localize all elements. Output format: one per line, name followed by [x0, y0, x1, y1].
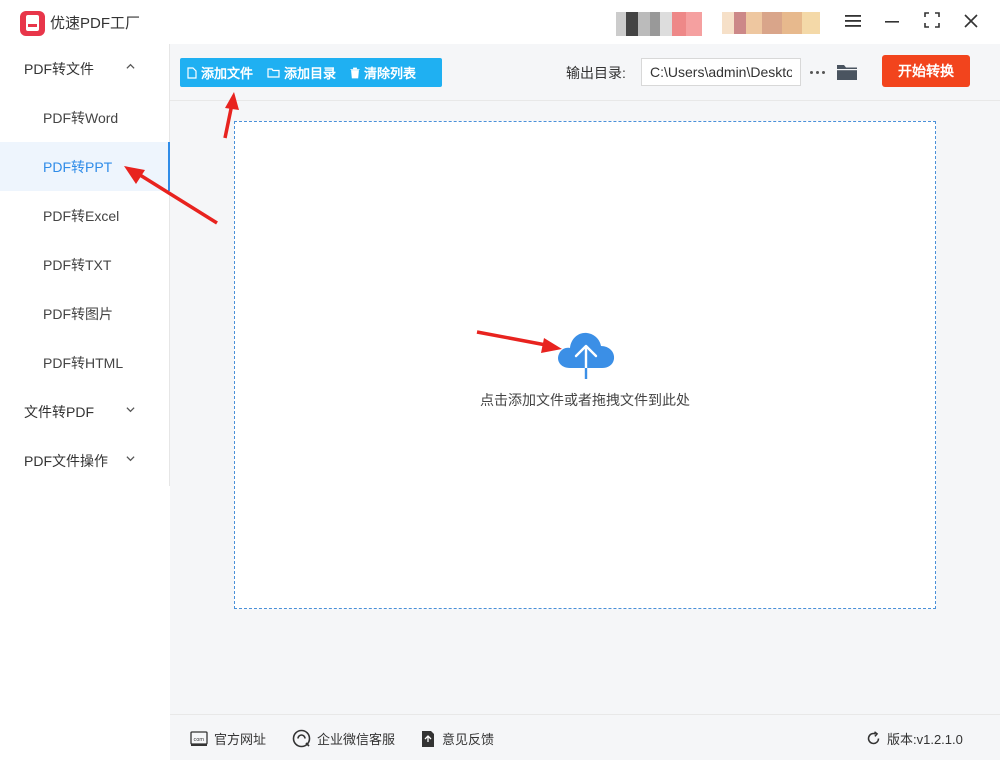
- version-label: 版本:v1.2.1.0: [887, 732, 963, 747]
- sidebar-item-label: PDF转HTML: [43, 354, 124, 371]
- sidebar-group-label: PDF转文件: [24, 60, 94, 77]
- file-icon: [187, 66, 197, 79]
- chevron-down-icon: [126, 407, 135, 413]
- sidebar-group-label: 文件转PDF: [24, 403, 94, 420]
- feedback-icon: [422, 730, 434, 747]
- sidebar-group-pdf-operations[interactable]: PDF文件操作: [0, 436, 170, 485]
- add-folder-button[interactable]: 添加目录: [260, 58, 343, 87]
- svg-text:com: com: [194, 737, 205, 743]
- close-icon[interactable]: [959, 10, 983, 34]
- cloud-upload-icon[interactable]: [556, 328, 616, 380]
- folder-icon: [267, 68, 280, 78]
- official-website-link[interactable]: com 官方网址: [190, 729, 266, 748]
- output-dir-input[interactable]: [641, 58, 801, 86]
- sidebar-item-pdf-to-txt[interactable]: PDF转TXT: [0, 240, 170, 289]
- version-info[interactable]: 版本:v1.2.1.0: [866, 729, 963, 748]
- file-button-group: 添加文件 添加目录 清除列表: [180, 58, 442, 87]
- trash-icon: [350, 67, 360, 78]
- minimize-icon[interactable]: [880, 10, 904, 34]
- feedback-label: 意见反馈: [442, 732, 495, 747]
- sidebar-group-file-to-pdf[interactable]: 文件转PDF: [0, 387, 170, 436]
- chevron-up-icon: [126, 63, 135, 69]
- app-title: 优速PDF工厂: [50, 15, 141, 32]
- dropzone-hint: 点击添加文件或者拖拽文件到此处: [480, 392, 690, 408]
- sidebar-item-pdf-to-image[interactable]: PDF转图片: [0, 289, 170, 338]
- website-label: 官方网址: [214, 732, 267, 747]
- start-convert-button[interactable]: 开始转换: [882, 55, 970, 87]
- file-dropzone[interactable]: 点击添加文件或者拖拽文件到此处: [234, 121, 936, 609]
- main-panel: 添加文件 添加目录 清除列表 输出目录: 开始转换 点击添加文件或者拖拽文件到此…: [170, 44, 1000, 714]
- sidebar-item-pdf-to-word[interactable]: PDF转Word: [0, 93, 170, 142]
- chevron-down-icon: [126, 456, 135, 462]
- sidebar-item-label: PDF转PPT: [43, 158, 113, 175]
- feedback-link[interactable]: 意见反馈: [420, 729, 494, 748]
- user-name-blurred[interactable]: [722, 12, 820, 34]
- refresh-icon: [867, 731, 880, 745]
- sidebar-item-label: PDF转Excel: [43, 207, 120, 224]
- wechat-service-link[interactable]: 企业微信客服: [292, 729, 395, 748]
- sidebar-group-pdf-to-file[interactable]: PDF转文件: [0, 44, 170, 93]
- open-folder-icon[interactable]: [836, 62, 858, 82]
- title-bar: 优速PDF工厂: [0, 0, 1000, 44]
- more-options-icon[interactable]: [806, 58, 828, 86]
- website-icon: com: [190, 730, 208, 746]
- output-dir-label: 输出目录:: [566, 65, 626, 81]
- app-logo-icon: [20, 11, 45, 36]
- sidebar-item-label: PDF转图片: [43, 305, 113, 322]
- add-file-label: 添加文件: [201, 66, 254, 81]
- sidebar-item-label: PDF转TXT: [43, 256, 112, 273]
- clear-list-label: 清除列表: [364, 66, 417, 81]
- chat-icon: [292, 729, 311, 748]
- sidebar-item-pdf-to-html[interactable]: PDF转HTML: [0, 338, 170, 387]
- add-file-button[interactable]: 添加文件: [180, 58, 260, 87]
- sidebar-item-label: PDF转Word: [43, 109, 119, 126]
- user-avatar-blurred[interactable]: [616, 12, 702, 36]
- sidebar-item-pdf-to-excel[interactable]: PDF转Excel: [0, 191, 170, 240]
- menu-icon[interactable]: [841, 10, 865, 34]
- sidebar: PDF转文件 PDF转Word PDF转PPT PDF转Excel PDF转TX…: [0, 44, 170, 486]
- clear-list-button[interactable]: 清除列表: [343, 58, 423, 87]
- footer-bar: com 官方网址 企业微信客服 意见反馈 版本:v1.2.1.0: [170, 714, 1000, 760]
- sidebar-group-label: PDF文件操作: [24, 452, 108, 469]
- add-folder-label: 添加目录: [284, 66, 337, 81]
- sidebar-item-pdf-to-ppt[interactable]: PDF转PPT: [0, 142, 170, 191]
- toolbar: 添加文件 添加目录 清除列表 输出目录: 开始转换: [170, 44, 1000, 101]
- maximize-icon[interactable]: [920, 10, 944, 34]
- wechat-label: 企业微信客服: [317, 732, 396, 747]
